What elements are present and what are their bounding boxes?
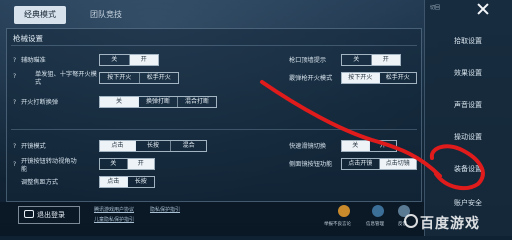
fire-interrupt-reload-segment[interactable]: 关 换弹打断 混合打断 (99, 96, 217, 108)
divider (11, 129, 417, 130)
shotgun-release-fire[interactable]: 松手开火 (380, 73, 417, 83)
section-title: 枪械设置 (13, 34, 43, 43)
single-shot-fire-mode-segment[interactable]: 按下开火 松手开火 (99, 72, 179, 84)
rotate-view-off[interactable]: 关 (100, 159, 128, 169)
help-icon[interactable]: ? (13, 99, 16, 106)
sidebar-item-account-security[interactable]: 账户安全 (424, 198, 512, 208)
user-agreement-link[interactable]: 腾讯游戏用户协议 (94, 206, 134, 213)
scope-mode-label: 开镜模式 (21, 143, 46, 150)
close-icon[interactable] (476, 2, 490, 16)
muzzle-wall-hint-label: 枪口顶墙提示 (289, 57, 327, 64)
wechat-icon (24, 210, 34, 218)
watermark: 百度游戏 (420, 216, 480, 232)
help-icon[interactable]: ? (13, 57, 16, 64)
side-scope-open-option[interactable]: 点击开镜 (342, 159, 380, 169)
shotgun-fire-mode-segment[interactable]: 按下开火 松手开火 (341, 72, 417, 84)
mode-tabs: 经典模式 团队竞技 (0, 0, 424, 26)
rotate-view-on[interactable]: 开 (127, 159, 154, 169)
side-scope-button-segment[interactable]: 点击开镜 点击切镜 (341, 158, 417, 170)
help-icon[interactable]: ? (13, 73, 16, 80)
report-icon[interactable] (338, 205, 350, 217)
side-scope-switch-option[interactable]: 点击切镜 (379, 159, 416, 169)
weapon-settings-panel: 枪械设置 ? 辅助瞄准 关 开 ? 单发狙、十字弩开火模式 按下开火 松手开火 … (6, 28, 422, 202)
fire-interrupt-reload-label: 开火打断换弹 (21, 99, 59, 106)
privacy-policy-link[interactable]: 隐私保护指引 (150, 206, 180, 213)
sidebar-top-label: 切回 (430, 5, 441, 11)
help-icon[interactable]: ? (13, 161, 16, 168)
report-label: 举报不良言论 (324, 222, 351, 227)
scope-button-rotate-view-toggle[interactable]: 关 开 (99, 158, 155, 170)
sidebar-item-sound[interactable]: 声音设置 (424, 100, 512, 110)
info-manage-label: 信息管理 (366, 222, 384, 227)
tab-team-deathmatch[interactable]: 团队竞技 (80, 6, 132, 24)
quick-scope-switch-toggle[interactable]: 关 开 (341, 140, 397, 152)
muzzle-hint-off[interactable]: 关 (342, 55, 372, 65)
sidebar-item-effects[interactable]: 效果设置 (424, 68, 512, 78)
assist-aim-on[interactable]: 开 (129, 55, 158, 65)
press-fire-option[interactable]: 按下开火 (100, 73, 140, 83)
shotgun-press-fire[interactable]: 按下开火 (342, 73, 380, 83)
release-fire-option[interactable]: 松手开火 (140, 73, 179, 83)
assist-aim-toggle[interactable]: 关 开 (99, 54, 159, 66)
divider (11, 45, 417, 46)
baidu-paw-logo-icon (404, 214, 418, 228)
scope-mixed-option[interactable]: 混合 (171, 141, 206, 151)
focus-hold-option[interactable]: 长按 (128, 177, 155, 187)
quick-switch-off[interactable]: 关 (342, 141, 370, 151)
single-shot-fire-mode-label: 单发狙、十字弩开火模式 (35, 71, 97, 86)
sidebar-item-equipment[interactable]: 装备设置 (424, 164, 512, 174)
focus-adjust-mode-segment[interactable]: 点击 长按 (99, 176, 155, 188)
focus-adjust-mode-label: 调整焦距方式 (21, 179, 59, 186)
muzzle-wall-hint-toggle[interactable]: 关 开 (341, 54, 401, 66)
shotgun-fire-mode-label: 霰弹枪开火模式 (289, 75, 333, 82)
scope-tap-option[interactable]: 点击 (100, 141, 136, 151)
help-icon[interactable]: ? (13, 143, 16, 150)
tab-classic-mode[interactable]: 经典模式 (14, 6, 66, 24)
info-manage-icon[interactable] (372, 205, 384, 217)
child-privacy-link[interactable]: 儿童隐私保护指引 (94, 216, 134, 223)
assist-aim-off[interactable]: 关 (100, 55, 130, 65)
focus-tap-option[interactable]: 点击 (100, 177, 128, 187)
quick-switch-on[interactable]: 开 (370, 141, 397, 151)
scope-button-rotate-view-label: 开镜按钮转动视角功能 (21, 158, 77, 173)
muzzle-hint-on[interactable]: 开 (371, 55, 400, 65)
interrupt-reload-option[interactable]: 换弹打断 (139, 97, 178, 107)
sidebar-item-controls[interactable]: 操动设置 (424, 132, 512, 142)
scope-hold-option[interactable]: 长按 (136, 141, 172, 151)
sidebar-item-pickup[interactable]: 拾取设置 (424, 36, 512, 46)
interrupt-off-option[interactable]: 关 (100, 97, 139, 107)
assist-aim-label: 辅助瞄准 (21, 57, 46, 64)
side-scope-button-label: 侧面镜按钮功能 (289, 161, 333, 168)
scope-mode-segment[interactable]: 点击 长按 混合 (99, 140, 207, 152)
quick-scope-switch-label: 快速滑镜切换 (289, 143, 327, 150)
interrupt-mixed-option[interactable]: 混合打断 (178, 97, 216, 107)
